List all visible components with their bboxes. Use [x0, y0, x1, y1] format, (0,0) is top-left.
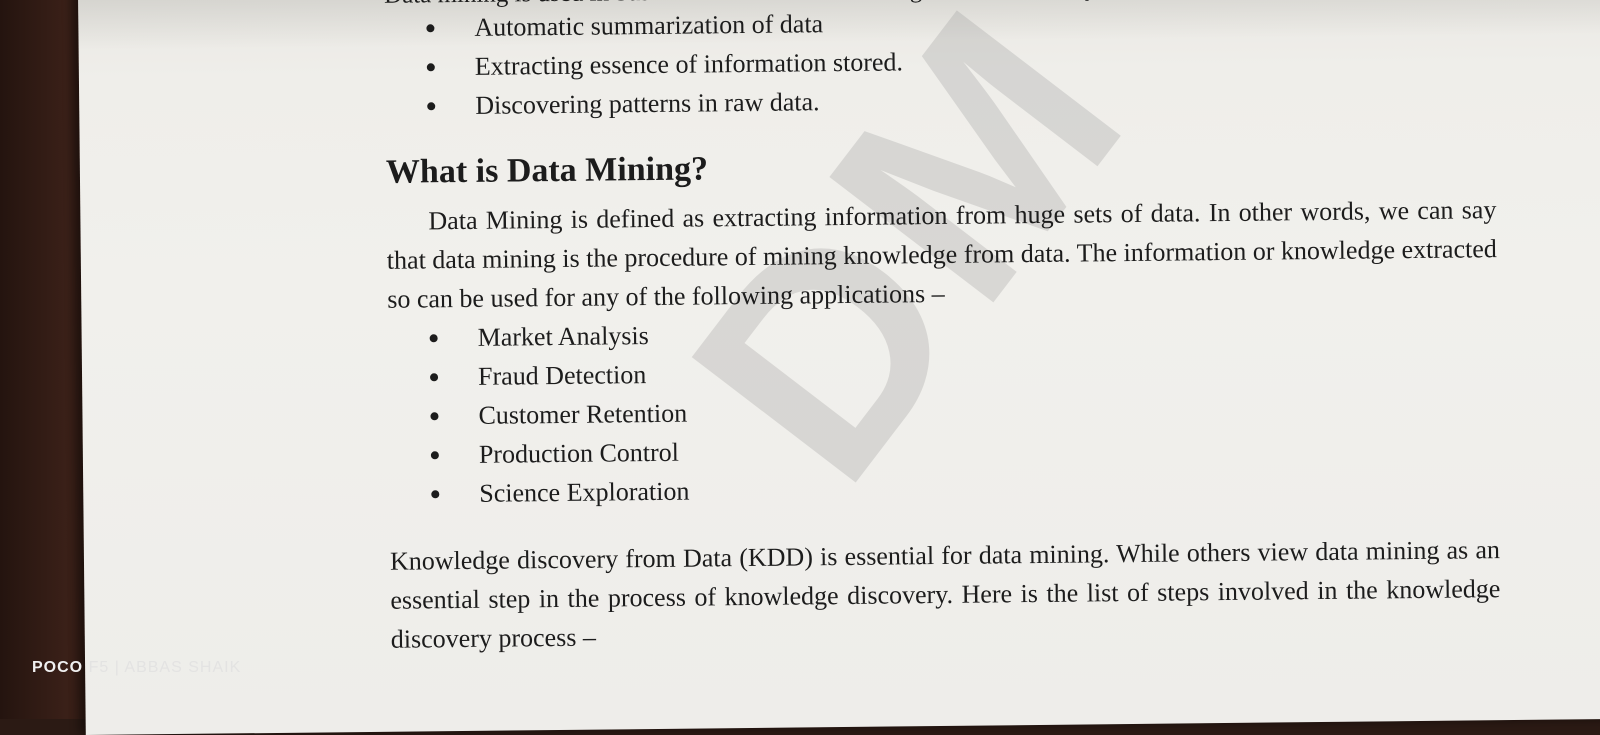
list-item-text: Extracting essence of information stored… [474, 47, 904, 81]
page-content: Data mining is used in business to make … [384, 0, 1501, 659]
list-item-text: Customer Retention [478, 398, 688, 430]
list-item-text: Fraud Detection [477, 360, 647, 391]
applications-list: Market Analysis Fraud Detection Customer… [387, 307, 1499, 514]
camera-owner: F5 | ABBAS SHAIK [88, 659, 242, 676]
list-item-text: Science Exploration [479, 476, 690, 508]
bullet-icon [426, 24, 435, 33]
bullet-icon [426, 63, 435, 72]
list-item-text: Market Analysis [477, 321, 649, 352]
kdd-paragraph: Knowledge discovery from Data (KDD) is e… [389, 535, 1501, 654]
camera-brand: POCO [32, 659, 84, 676]
definition-paragraph: Data Mining is defined as extracting inf… [386, 195, 1497, 314]
bullet-icon [430, 451, 439, 460]
list-item-text: Discovering patterns in raw data. [475, 87, 820, 120]
list-item-text: Production Control [478, 437, 680, 469]
printed-page: DM UNIT 1 Data mining is used in busines… [78, 0, 1600, 735]
bullet-icon [427, 102, 436, 111]
bullet-icon [430, 412, 439, 421]
bullet-icon [429, 334, 438, 343]
camera-watermark: POCO F5 | ABBAS SHAIK [32, 659, 241, 677]
bullet-icon [430, 373, 439, 382]
list-item-text: Automatic summarization of data [474, 9, 824, 42]
bullet-icon [431, 490, 440, 499]
intro-bullet-list: Automatic summarization of data Extracti… [384, 0, 1495, 126]
section-heading: What is Data Mining? [385, 150, 709, 191]
